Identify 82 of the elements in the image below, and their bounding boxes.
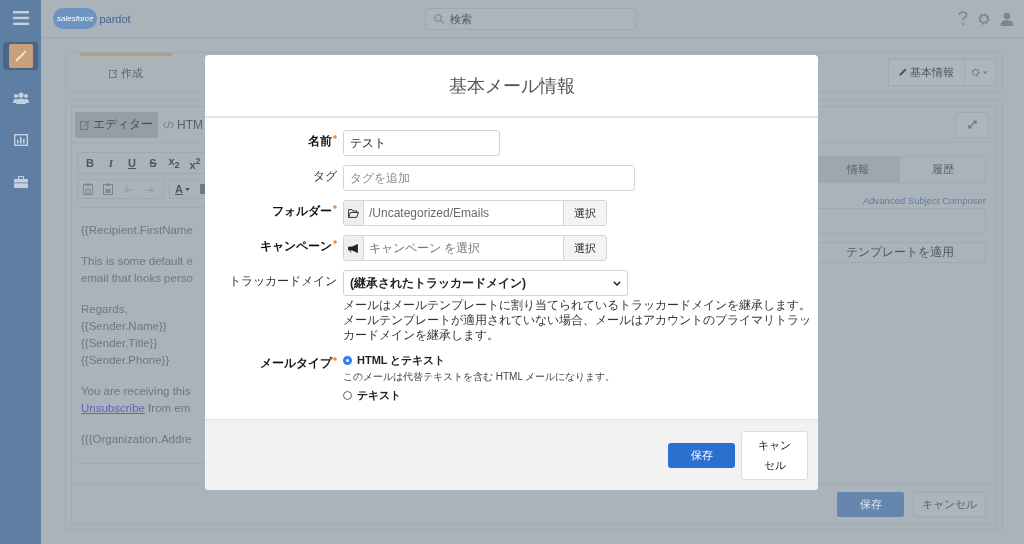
unsubscribe-link[interactable]: Unsubscribe [81, 402, 145, 414]
page-tab[interactable]: 作成 [80, 52, 172, 92]
radio-option[interactable]: HTML とテキスト [343, 352, 818, 369]
required-icon [333, 357, 337, 361]
modal-title: 基本メール情報 [448, 74, 575, 98]
edit-icon [109, 69, 118, 78]
help-text: このメールは代替テキストを含む HTML メールになります。 [343, 370, 617, 384]
radio-button[interactable] [343, 356, 352, 365]
sidebar-item[interactable] [3, 42, 38, 70]
chart-icon [13, 134, 28, 146]
people-icon [12, 92, 29, 104]
logo-product: pardot [99, 12, 131, 25]
expand-button[interactable] [956, 111, 988, 138]
field-label: キャンペーン [260, 239, 332, 254]
folder-picker[interactable]: /Uncategorized/Emails 選択 [343, 200, 607, 226]
user-icon[interactable] [1000, 11, 1014, 26]
radio-label: HTML とテキスト [357, 353, 446, 368]
required-icon [333, 135, 337, 139]
folder-icon [348, 208, 359, 218]
cancel-button[interactable]: キャンセル [741, 430, 808, 480]
pencil-icon [899, 68, 907, 76]
editor-tab[interactable]: HTM [158, 111, 208, 138]
body-text: email that looks perso [81, 271, 193, 286]
briefcase-icon [13, 176, 28, 188]
choose-button[interactable]: 選択 [563, 201, 606, 225]
name-field[interactable]: テスト [343, 130, 500, 156]
save-button[interactable]: 保存 [837, 491, 904, 517]
body-text: {{Recipient.FirstName [81, 223, 193, 238]
search-icon [434, 13, 444, 24]
required-icon [333, 240, 337, 244]
tracker-domain-select[interactable]: (継承されたトラッカードメイン) [343, 270, 628, 296]
code-icon [163, 120, 174, 129]
basic-info-button[interactable]: 基本情報 [888, 58, 965, 86]
required-icon [333, 205, 337, 209]
format-button[interactable]: x$_{2}$ [165, 155, 183, 171]
logo[interactable]: salesforce pardot [53, 8, 425, 29]
help-text: メールはメールテンプレートに割り当てられているトラッカードメインを継承します。 [343, 298, 812, 313]
advanced-subject-composer-link[interactable]: Advanced Subject Composer [862, 195, 986, 206]
choose-button[interactable]: 選択 [563, 236, 606, 260]
body-text: You are receiving this [81, 384, 191, 399]
field-label: フォルダー [272, 204, 332, 219]
help-text: メールテンプレートが適用されていない場合、メールはアカウントのプライマリトラッカードメインを継承します。 [343, 313, 812, 343]
chevron-down-icon [613, 280, 621, 286]
campaign-picker[interactable]: キャンペーン を選択 選択 [343, 235, 607, 261]
edit-icon [80, 119, 90, 130]
field-label: 名前 [308, 134, 332, 149]
caret-icon [184, 187, 190, 191]
megaphone-icon [348, 243, 359, 253]
field-label: トラッカードメイン [229, 274, 337, 289]
body-text: Unsubscribe from em [81, 401, 191, 416]
body-text: {{Sender.Phone}} [81, 353, 170, 368]
body-text: {{{Organization.Addre [81, 432, 192, 447]
help-icon[interactable] [958, 11, 968, 26]
body-text: Regards, [81, 302, 128, 317]
format-button[interactable]: B [81, 157, 99, 169]
menu-icon[interactable] [12, 11, 29, 25]
panel-tab[interactable]: 履歴 [900, 157, 985, 182]
field-label: タグ [313, 169, 337, 184]
editor-tab[interactable]: エディター [75, 111, 158, 138]
radio-option[interactable]: テキスト [343, 387, 818, 404]
gear-caret-icon [971, 67, 989, 77]
settings-icon[interactable] [977, 11, 991, 26]
wand-icon [8, 44, 33, 68]
paste-icon[interactable] [103, 183, 113, 195]
expand-icon [967, 120, 977, 129]
logo-brand: salesforce [53, 8, 98, 29]
field-label: メールタイプ [260, 356, 332, 371]
body-text: {{Sender.Title}} [81, 336, 158, 351]
save-button[interactable]: 保存 [668, 442, 735, 468]
tag-field[interactable]: タグを追加 [343, 165, 635, 191]
search-field[interactable]: 検索 [425, 7, 636, 30]
search-input[interactable]: 検索 [450, 12, 600, 25]
radio-label: テキスト [357, 388, 401, 403]
settings-dropdown-button[interactable] [965, 58, 996, 86]
format-button[interactable]: x$^{2}$ [186, 155, 204, 171]
format-button[interactable]: I [102, 157, 120, 169]
body-text: {{Sender.Name}} [81, 319, 167, 334]
format-button[interactable]: U [123, 157, 141, 169]
cancel-button[interactable]: キャンセル [913, 491, 986, 517]
text-color-button[interactable]: A [175, 183, 190, 195]
paste-icon[interactable] [83, 183, 93, 195]
format-button[interactable]: S [144, 157, 162, 169]
